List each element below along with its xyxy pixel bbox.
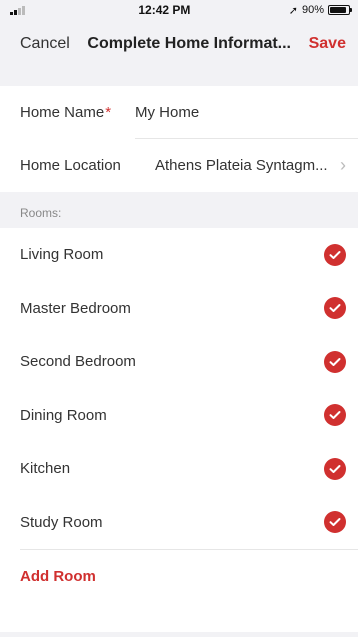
home-name-field[interactable]: My Home: [135, 104, 199, 121]
checkmark-icon[interactable]: [324, 350, 346, 373]
page-title: Complete Home Informat...: [87, 35, 291, 52]
add-room-button[interactable]: Add Room: [0, 550, 358, 603]
room-label: Study Room: [20, 513, 103, 531]
rooms-section-label: Rooms:: [20, 206, 62, 220]
home-name-label: Home Name*: [20, 104, 112, 121]
room-row[interactable]: Study Room: [0, 496, 358, 550]
required-mark: *: [105, 104, 112, 121]
room-row[interactable]: Second Bedroom: [0, 335, 358, 389]
rooms-list: Living Room Master Bedroom Second Bedroom D…: [0, 228, 358, 549]
checkmark-icon[interactable]: [324, 243, 346, 266]
checkmark-icon[interactable]: [324, 297, 346, 320]
home-location-value: Athens Plateia Syntagm...: [155, 157, 328, 174]
room-label: Second Bedroom: [20, 353, 136, 371]
cancel-button[interactable]: Cancel: [20, 35, 70, 53]
home-location-label: Home Location: [20, 157, 121, 174]
home-info-card: Home Name* My Home Home Location Athens …: [0, 86, 358, 192]
nav-bar: Cancel Complete Home Informat... Save: [0, 20, 358, 68]
room-label: Living Room: [20, 246, 104, 264]
rooms-card: Living Room Master Bedroom Second Bedroom D…: [0, 228, 358, 632]
battery-percent: 90%: [301, 4, 324, 16]
status-bar: 12:42 PM ➚ 90%: [0, 0, 358, 20]
checkmark-icon[interactable]: [324, 457, 346, 480]
battery-fill: [330, 7, 347, 13]
checkmark-icon[interactable]: [324, 511, 346, 534]
home-name-row[interactable]: Home Name* My Home: [0, 86, 358, 139]
room-row[interactable]: Master Bedroom: [0, 282, 358, 336]
room-label: Dining Room: [20, 406, 107, 424]
room-row[interactable]: Kitchen: [0, 442, 358, 496]
status-right: ➚ 90%: [288, 4, 352, 17]
room-label: Kitchen: [20, 460, 71, 478]
battery-icon: [328, 5, 352, 15]
status-time: 12:42 PM: [138, 3, 191, 17]
location-arrow-icon: ➚: [288, 4, 298, 17]
save-button[interactable]: Save: [309, 35, 346, 53]
signal-icon: [10, 5, 40, 15]
room-row[interactable]: Dining Room: [0, 389, 358, 443]
room-row[interactable]: Living Room: [0, 228, 358, 282]
chevron-right-icon: ›: [340, 155, 346, 175]
home-location-row[interactable]: Home Location Athens Plateia Syntagm... …: [0, 139, 358, 192]
room-label: Master Bedroom: [20, 299, 131, 317]
checkmark-icon[interactable]: [324, 404, 346, 427]
